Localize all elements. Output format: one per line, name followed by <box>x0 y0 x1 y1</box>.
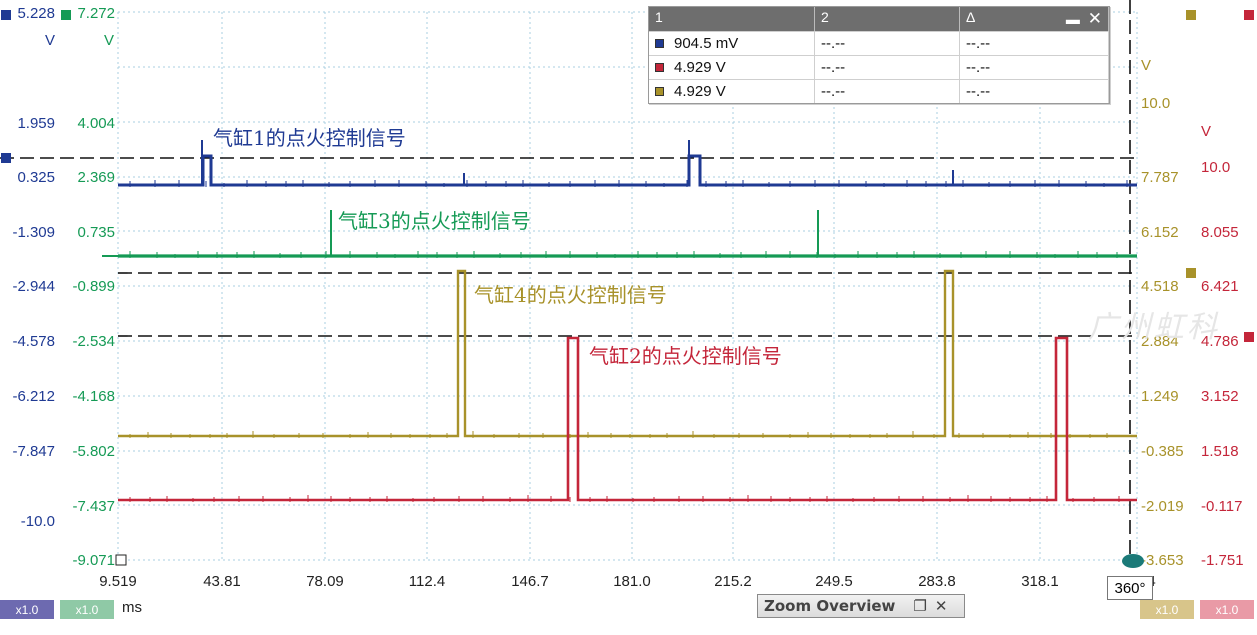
ch1-tick-label: -1.309 <box>12 224 55 241</box>
restore-icon[interactable]: ❐ <box>913 597 926 615</box>
ch4-tick-label: 8.055 <box>1201 224 1239 241</box>
ch3-tick-label: -2.019 <box>1141 498 1184 515</box>
trace-label: 气缸1的点火控制信号 <box>213 126 406 150</box>
ch1-marker[interactable] <box>1 10 11 20</box>
time-tick-label: 215.2 <box>714 573 752 590</box>
value-cell: 904.5 mV <box>674 35 739 52</box>
trace-label: 气缸3的点火控制信号 <box>338 209 531 233</box>
col-1-header: 1 <box>649 7 815 31</box>
trace-label: 气缸4的点火控制信号 <box>474 283 667 307</box>
time-ruler-handle[interactable] <box>1122 554 1144 568</box>
ch3-offset-marker[interactable] <box>1186 268 1196 278</box>
zoom-overview-title: Zoom Overview <box>764 597 896 615</box>
ch4-marker[interactable] <box>1244 10 1254 20</box>
ch1-tick-label: -10.0 <box>21 513 55 530</box>
table-row[interactable]: 904.5 mV --.-- --.-- <box>649 31 1109 55</box>
time-tick-label: 249.5 <box>815 573 853 590</box>
ch4-tick-label: 6.421 <box>1201 278 1239 295</box>
value-cell: --.-- <box>815 56 960 79</box>
minimize-icon[interactable]: ▬ <box>1066 11 1080 27</box>
value-cell: 4.929 V <box>674 59 726 76</box>
close-icon[interactable]: ✕ <box>1088 9 1102 28</box>
close-icon[interactable]: ✕ <box>935 597 948 615</box>
channel-a-swatch <box>655 39 664 48</box>
ch1-tick-label: 0.325 <box>17 169 55 186</box>
ch2-tick-label: -2.534 <box>72 333 115 350</box>
ch3-tick-label: 1.249 <box>1141 388 1179 405</box>
ch2-tick-label: -9.071 <box>72 552 115 569</box>
channel-d-swatch <box>655 63 664 72</box>
time-tick-label: 283.8 <box>918 573 956 590</box>
table-row[interactable]: 4.929 V --.-- --.-- <box>649 79 1109 103</box>
channel-c-swatch <box>655 87 664 96</box>
value-cell: --.-- <box>960 56 1109 79</box>
ch4-scale-badge[interactable]: x1.0 <box>1200 600 1254 619</box>
ch3-marker[interactable] <box>1186 10 1196 20</box>
ch2-tick-label: 7.272 <box>77 5 115 22</box>
col-delta-header: Δ ▬ ✕ <box>960 7 1109 31</box>
ch1-tick-label: -2.944 <box>12 278 55 295</box>
ch3-tick-label: 4.518 <box>1141 278 1179 295</box>
ch2-tick-label: 0.735 <box>77 224 115 241</box>
ch2-tick-label: -7.437 <box>72 498 115 515</box>
ch2-offset-marker[interactable] <box>115 554 127 566</box>
value-cell: --.-- <box>960 32 1109 55</box>
ch3-tick-label: 10.0 <box>1141 95 1170 112</box>
time-tick-label: 146.7 <box>511 573 549 590</box>
value-cell: 4.929 V <box>674 83 726 100</box>
time-tick-label: 181.0 <box>613 573 651 590</box>
measurement-table-header: 1 2 Δ ▬ ✕ <box>649 7 1109 31</box>
table-row[interactable]: 4.929 V --.-- --.-- <box>649 55 1109 79</box>
rotation-readout[interactable]: 360° <box>1107 576 1153 600</box>
col-2-header: 2 <box>815 7 960 31</box>
ch2-tick-label: -0.899 <box>72 278 115 295</box>
value-cell: --.-- <box>815 80 960 103</box>
ch1-unit: V <box>45 32 55 49</box>
ch2-tick-label: -5.802 <box>72 443 115 460</box>
ch1-scale-badge[interactable]: x1.0 <box>0 600 54 619</box>
ch4-offset-marker[interactable] <box>1244 332 1254 342</box>
trace-labels: 气缸1的点火控制信号气缸3的点火控制信号气缸4的点火控制信号气缸2的点火控制信号 <box>213 126 782 368</box>
time-tick-label: 318.1 <box>1021 573 1059 590</box>
ch3-unit: V <box>1141 57 1151 74</box>
table-controls: ▬ ✕ <box>1066 9 1102 29</box>
trace-layer <box>102 140 1137 502</box>
ch3-tick-label: 6.152 <box>1141 224 1179 241</box>
ch1-tick-label: 5.228 <box>17 5 55 22</box>
time-tick-label: 78.09 <box>306 573 344 590</box>
ch2-tick-label: -4.168 <box>72 388 115 405</box>
ch3-scale-badge[interactable]: x1.0 <box>1140 600 1194 619</box>
value-cell: --.-- <box>815 32 960 55</box>
trace-ch1 <box>118 154 1137 187</box>
delta-label: Δ <box>966 9 976 25</box>
measurement-table[interactable]: 1 2 Δ ▬ ✕ 904.5 mV --.-- --.-- 4.929 V -… <box>648 6 1110 104</box>
ch1-tick-label: 1.959 <box>17 115 55 132</box>
ch3-tick-label: 7.787 <box>1141 169 1179 186</box>
ch1-tick-label: -7.847 <box>12 443 55 460</box>
ch1-tick-label: -4.578 <box>12 333 55 350</box>
ch4-tick-label: 3.152 <box>1201 388 1239 405</box>
ch1-tick-label: -6.212 <box>12 388 55 405</box>
time-unit: ms <box>122 599 142 616</box>
ch2-marker[interactable] <box>61 10 71 20</box>
time-tick-label: 43.81 <box>203 573 241 590</box>
trace-label: 气缸2的点火控制信号 <box>589 344 782 368</box>
ch4-tick-label: -1.751 <box>1201 552 1244 569</box>
ch4-unit: V <box>1201 123 1211 140</box>
ch1-offset-marker[interactable] <box>1 153 11 163</box>
ch3-tick-label: -0.385 <box>1141 443 1184 460</box>
ch4-tick-label: -0.117 <box>1201 498 1242 515</box>
ch2-scale-badge[interactable]: x1.0 <box>60 600 114 619</box>
ch4-tick-label: 1.518 <box>1201 443 1239 460</box>
zoom-overview-panel[interactable]: Zoom Overview ❐ ✕ <box>757 594 965 618</box>
ch3-tick-label: -3.653 <box>1141 552 1184 569</box>
time-tick-label: 9.519 <box>99 573 137 590</box>
ch2-tick-label: 4.004 <box>77 115 115 132</box>
ch4-tick-label: 10.0 <box>1201 159 1230 176</box>
watermark: 广州虹科 <box>1088 310 1220 345</box>
ch2-tick-label: 2.369 <box>77 169 115 186</box>
ch2-unit: V <box>104 32 114 49</box>
value-cell: --.-- <box>960 80 1109 103</box>
time-tick-label: 112.4 <box>409 573 445 590</box>
